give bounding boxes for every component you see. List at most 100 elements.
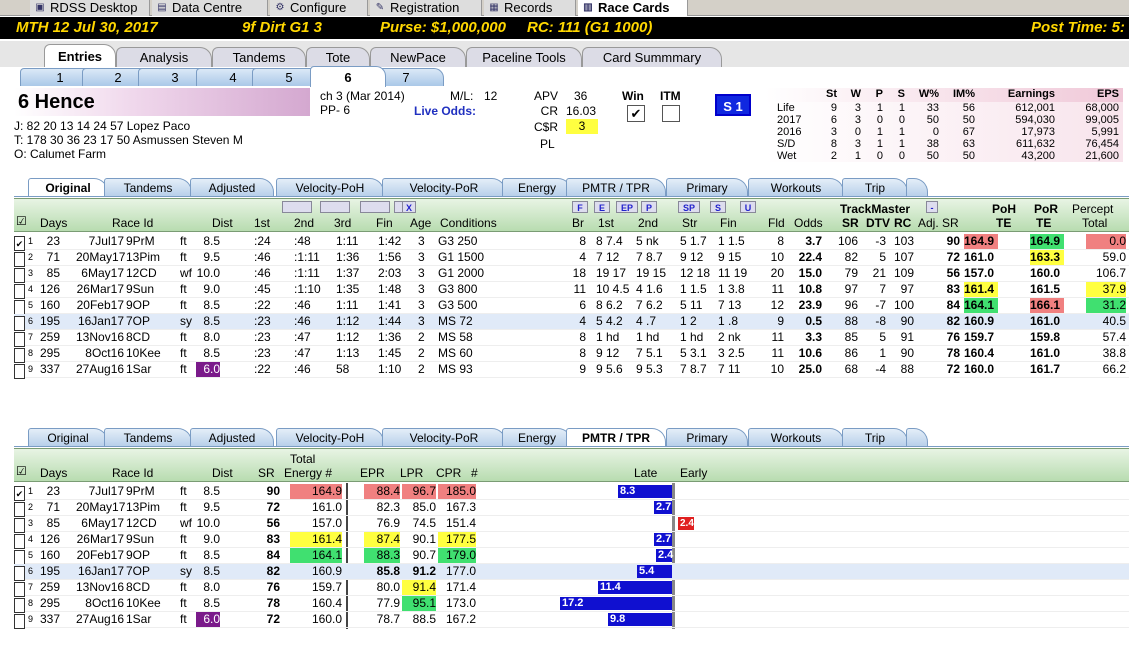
tab-configure[interactable]: ⚙ Configure (270, 0, 368, 16)
cell-dtv: 7 (879, 282, 886, 296)
top-tab-primary[interactable]: Primary (666, 178, 748, 196)
filter-button-1[interactable] (320, 201, 350, 213)
tab-tandems[interactable]: Tandems (212, 47, 306, 67)
top-grid-row[interactable]: 9 337 27Aug16 1Sar ft 6.0:22:46 58 1:10 2 MS 93 9 9… (14, 362, 1129, 379)
top-grid-row[interactable]: 8 295 8Oct16 10Kee ft 8.5:23:47 1:13 1:45 2 MS 60… (14, 346, 1129, 363)
top-grid-row[interactable]: 3 85 6May17 12CD wf 10.0:46:1:11 1:37 2:03 3 G1 2… (14, 266, 1129, 283)
row-checkbox[interactable] (14, 598, 25, 613)
top-tab-energy[interactable]: Energy (502, 178, 572, 196)
top-tab-extra[interactable] (906, 178, 928, 196)
bottom-tab-tandems[interactable]: Tandems (104, 428, 192, 446)
app-tab-bar: ▣ RDSS Desktop ▤ Data Centre ⚙ Configure ✎ R… (0, 0, 1129, 16)
row-checkbox[interactable] (14, 364, 25, 379)
row-checkbox[interactable] (14, 582, 25, 597)
top-grid-row[interactable]: 7 259 13Nov16 8CD ft 8.0:23:47 1:12 1:36 2 MS 58 8… (14, 330, 1129, 347)
s1-button[interactable]: S 1 (715, 94, 751, 116)
bottom-grid-row[interactable]: ✔ 1 23 7Jul17 9PrM ft 8.5 90 164.9 88.4 96.7 185.0 8… (14, 484, 1129, 501)
tab-tote[interactable]: Tote (306, 47, 370, 67)
itm-checkbox[interactable] (662, 105, 680, 122)
row-checkbox[interactable] (14, 332, 25, 347)
cell-date: 8Oct16 (85, 346, 124, 360)
bottom-tab-adjusted[interactable]: Adjusted (190, 428, 274, 446)
pace-button-s[interactable]: S (710, 201, 726, 213)
row-checkbox[interactable]: ✔ (14, 236, 25, 251)
pace-button-sp[interactable]: SP (678, 201, 700, 213)
bottom-tab-trip[interactable]: Trip (842, 428, 908, 446)
row-checkbox[interactable] (14, 518, 25, 533)
select-all-checkbox[interactable]: ☑ (16, 214, 27, 228)
top-tab-velocity-por[interactable]: Velocity-PoR (382, 178, 506, 196)
row-checkbox[interactable] (14, 348, 25, 363)
bottom-tab-primary[interactable]: Primary (666, 428, 748, 446)
win-checkbox[interactable]: ✔ (627, 105, 645, 122)
bottom-grid-row[interactable]: 5 160 20Feb17 9OP ft 8.5 84 164.1 88.3 90.7 179.0 2… (14, 548, 1129, 565)
bottom-grid-row[interactable]: 2 71 20May17 13Pim ft 9.5 72 161.0 82.3 85.0 167.3… (14, 500, 1129, 517)
bottom-grid-row[interactable]: 3 85 6May17 12CD wf 10.0 56 157.0 76.9 74.5 151.4 2… (14, 516, 1129, 533)
bottom-tab-velocity-poh[interactable]: Velocity-PoH (276, 428, 384, 446)
top-tab-workouts[interactable]: Workouts (748, 178, 844, 196)
tab-entries[interactable]: Entries (44, 44, 116, 67)
bottom-tab-velocity-por[interactable]: Velocity-PoR (382, 428, 506, 446)
bottom-tab-workouts[interactable]: Workouts (748, 428, 844, 446)
row-checkbox[interactable] (14, 252, 25, 267)
registration-icon: ✎ (375, 2, 385, 13)
bottom-tab-extra[interactable] (906, 428, 928, 446)
bottom-tab-energy[interactable]: Energy (502, 428, 572, 446)
bottom-select-all-checkbox[interactable]: ☑ (16, 464, 27, 478)
bottom-grid-row[interactable]: 8 295 8Oct16 10Kee ft 8.5 78 160.4 77.9 95.1 173.0… (14, 596, 1129, 613)
top-tab-pmtr-tpr[interactable]: PMTR / TPR (566, 178, 666, 196)
filter-button-2[interactable] (360, 201, 390, 213)
row-checkbox[interactable] (14, 550, 25, 565)
pace-button-p[interactable]: P (641, 201, 657, 213)
top-grid-row[interactable]: ✔ 1 23 7Jul17 9PrM ft 8.5:24:48 1:11 1:42 3 G3 250… (14, 234, 1129, 251)
row-checkbox[interactable] (14, 284, 25, 299)
bottom-tab-pmtr-tpr[interactable]: PMTR / TPR (566, 428, 666, 446)
bottom-grid-row[interactable]: 4 126 26Mar17 9Sun ft 9.0 83 161.4 87.4 90.1 177.5… (14, 532, 1129, 549)
cell-date: 8Oct16 (85, 596, 124, 610)
row-checkbox[interactable] (14, 316, 25, 331)
tab-analysis[interactable]: Analysis (116, 47, 212, 67)
row-checkbox[interactable]: ✔ (14, 486, 25, 501)
bottom-grid-row[interactable]: 7 259 13Nov16 8CD ft 8.0 76 159.7 80.0 91.4 171.4 1… (14, 580, 1129, 597)
pace-button-f[interactable]: F (572, 201, 588, 213)
runner-tab-6[interactable]: 6 (310, 66, 386, 87)
clear-filter-button[interactable]: X (402, 201, 416, 213)
bottom-grid-row[interactable]: 9 337 27Aug16 1Sar ft 6.0 72 160.0 78.7 88.5 167.2… (14, 612, 1129, 629)
bottom-grid-row[interactable]: 6 195 16Jan17 7OP sy 8.5 82 160.9 85.8 91.2 177.0 5… (14, 564, 1129, 581)
pace-button-ep[interactable]: EP (616, 201, 638, 213)
row-checkbox[interactable] (14, 502, 25, 517)
row-checkbox[interactable] (14, 300, 25, 315)
row-checkbox[interactable] (14, 534, 25, 549)
cell-adj-sr: 84 (946, 298, 960, 312)
row-checkbox[interactable] (14, 614, 25, 629)
tab-registration[interactable]: ✎ Registration (370, 0, 482, 16)
cell-call-2nd: 9 5.3 (636, 362, 663, 376)
pace-button-u[interactable]: U (740, 201, 756, 213)
tab-card-summary[interactable]: Card Summmary (582, 47, 722, 67)
bottom-tab-original[interactable]: Original (28, 428, 108, 446)
adj-sr-toggle[interactable]: - (926, 201, 938, 213)
top-grid-row[interactable]: 6 195 16Jan17 7OP sy 8.5:23:46 1:12 1:44 3 MS 72 4… (14, 314, 1129, 331)
pace-button-e[interactable]: E (594, 201, 610, 213)
filter-button-0[interactable] (282, 201, 312, 213)
top-tab-trip[interactable]: Trip (842, 178, 908, 196)
top-tab-adjusted[interactable]: Adjusted (190, 178, 274, 196)
row-checkbox[interactable] (14, 566, 25, 581)
cell-sr: 85 (844, 330, 858, 344)
cell-fld: 11 (771, 282, 784, 296)
tab-rdss-desktop[interactable]: ▣ RDSS Desktop (30, 0, 150, 16)
top-grid-row[interactable]: 4 126 26Mar17 9Sun ft 9.0:45:1:10 1:35 1:48 3 G3 … (14, 282, 1129, 299)
top-tab-tandems[interactable]: Tandems (104, 178, 192, 196)
cell-percept-total: 40.5 (1102, 314, 1126, 328)
tab-race-cards[interactable]: ▥ Race Cards (578, 0, 688, 16)
top-grid-row[interactable]: 5 160 20Feb17 9OP ft 8.5:22:46 1:11 1:41 3 G3 500… (14, 298, 1129, 315)
top-grid-row[interactable]: 2 71 20May17 13Pim ft 9.5:46:1:11 1:36 1:56 3 G1 … (14, 250, 1129, 267)
tab-records[interactable]: ▦ Records (484, 0, 576, 16)
top-tab-velocity-poh[interactable]: Velocity-PoH (276, 178, 384, 196)
tab-data-centre[interactable]: ▤ Data Centre (152, 0, 268, 16)
row-checkbox[interactable] (14, 268, 25, 283)
tab-newpace[interactable]: NewPace (370, 47, 466, 67)
cell-cpr: 177.5 (438, 532, 476, 547)
tab-paceline-tools[interactable]: Paceline Tools (466, 47, 582, 67)
top-tab-original[interactable]: Original (28, 178, 108, 196)
